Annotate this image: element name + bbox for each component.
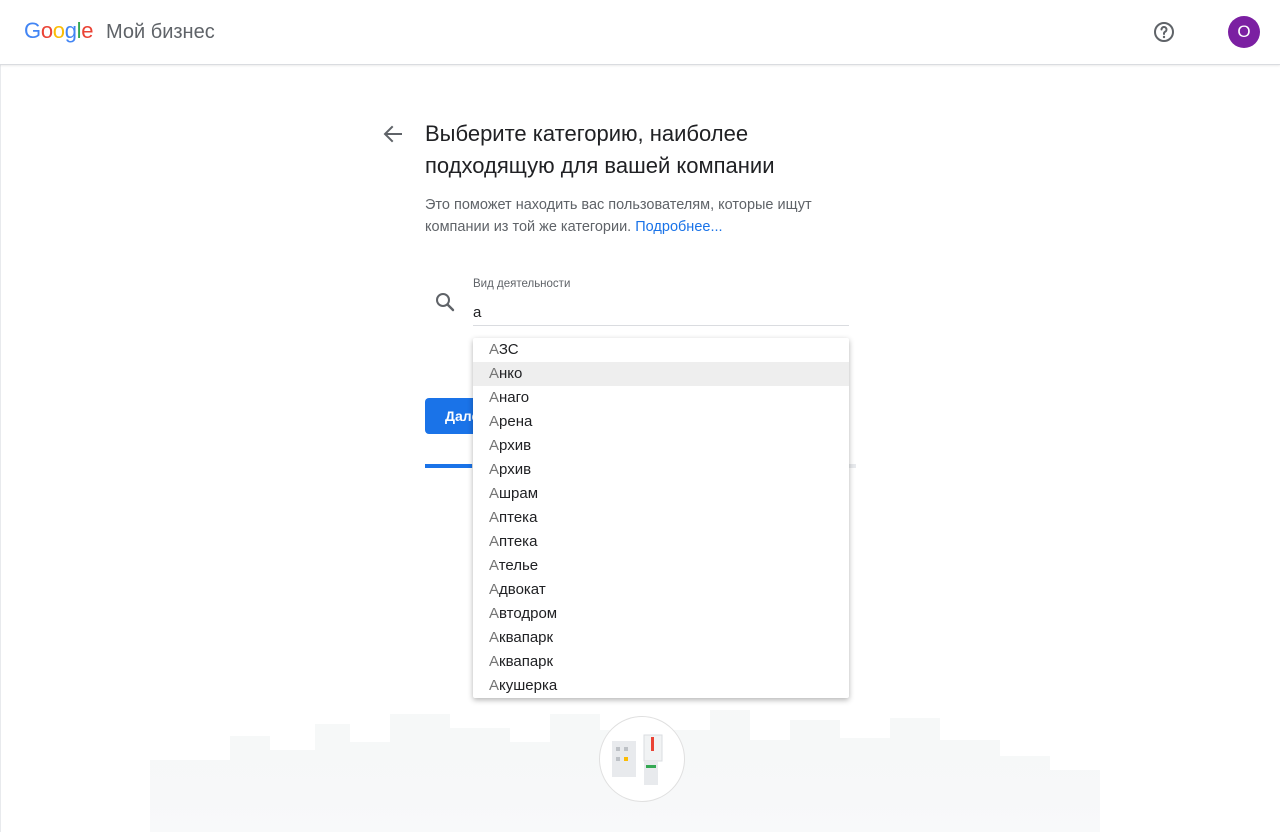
category-input[interactable] xyxy=(473,300,849,324)
suggestion-rest: квапарк xyxy=(499,653,554,670)
suggestion-match: А xyxy=(489,533,500,550)
suggestion-match: А xyxy=(489,389,500,406)
suggestion-rest: двокат xyxy=(499,581,546,598)
suggestion-match: А xyxy=(489,677,500,694)
suggestion-rest: квапарк xyxy=(499,629,554,646)
suggestion-item[interactable]: Анаго xyxy=(473,386,849,410)
business-illustration-badge xyxy=(599,716,685,802)
google-logo[interactable]: Google xyxy=(24,18,93,44)
logo-letter: g xyxy=(64,18,77,43)
input-underline xyxy=(473,325,849,326)
suggestion-match: А xyxy=(489,485,500,502)
suggestion-item[interactable]: Архив xyxy=(473,434,849,458)
suggestion-item[interactable]: Анко xyxy=(473,362,849,386)
suggestion-rest: рхив xyxy=(499,461,532,478)
suggestion-rest: кушерка xyxy=(499,677,558,694)
suggestion-rest: птека xyxy=(499,509,538,526)
suggestion-item[interactable]: Аптека xyxy=(473,530,849,554)
suggestion-rest: рена xyxy=(499,413,533,430)
subtitle-text: Это поможет находить вас пользователям, … xyxy=(425,197,812,235)
suggestion-match: А xyxy=(489,413,500,430)
page-border xyxy=(0,65,1,832)
logo-letter: G xyxy=(24,18,41,43)
arrow-back-icon xyxy=(383,125,402,143)
search-icon xyxy=(433,290,457,314)
account-avatar[interactable]: O xyxy=(1228,16,1260,48)
suggestion-match: А xyxy=(489,557,499,574)
category-suggestions-dropdown: АЗС Анко Анаго Арена Архив Архив Ашрам Аптека Ап… xyxy=(473,338,849,698)
suggestion-match: А xyxy=(489,581,500,598)
suggestion-item[interactable]: Акушерка xyxy=(473,674,849,698)
help-button[interactable] xyxy=(1152,20,1176,44)
category-field-label: Вид деятельности xyxy=(473,278,571,290)
suggestion-match: А xyxy=(489,509,500,526)
suggestion-match: А xyxy=(489,341,499,358)
suggestion-match: А xyxy=(489,365,500,382)
logo-letter: o xyxy=(40,18,53,43)
suggestion-rest: птека xyxy=(499,533,538,550)
logo-letter: e xyxy=(81,18,94,43)
suggestion-rest: ЗС xyxy=(498,341,519,358)
suggestion-item[interactable]: Ашрам xyxy=(473,482,849,506)
suggestion-match: А xyxy=(489,461,500,478)
back-button[interactable] xyxy=(381,122,405,146)
suggestion-rest: втодром xyxy=(499,605,558,622)
suggestion-item[interactable]: Аквапарк xyxy=(473,650,849,674)
suggestion-item[interactable]: Аквапарк xyxy=(473,626,849,650)
suggestion-item[interactable]: Арена xyxy=(473,410,849,434)
suggestion-rest: рхив xyxy=(499,437,532,454)
shop-building-icon xyxy=(612,734,663,785)
suggestion-rest: нко xyxy=(499,365,523,382)
logo-letter: o xyxy=(52,18,65,43)
progress-bar-fill xyxy=(425,464,473,468)
suggestion-rest: наго xyxy=(499,389,530,406)
suggestion-item[interactable]: Адвокат xyxy=(473,578,849,602)
suggestion-item[interactable]: Ателье xyxy=(473,554,849,578)
suggestion-item[interactable]: Аптека xyxy=(473,506,849,530)
learn-more-link[interactable]: Подробнее... xyxy=(635,219,722,235)
suggestion-item[interactable]: Автодром xyxy=(473,602,849,626)
page-title: Выберите категорию, наиболее подходящую … xyxy=(425,121,775,178)
suggestion-match: А xyxy=(489,437,500,454)
app-header: Google Мой бизнес O xyxy=(0,0,1280,65)
help-circle-icon xyxy=(1154,22,1174,42)
suggestion-item[interactable]: Архив xyxy=(473,458,849,482)
suggestion-rest: телье xyxy=(498,557,539,574)
suggestion-rest: шрам xyxy=(499,485,539,502)
suggestion-match: А xyxy=(489,629,500,646)
suggestion-item[interactable]: АЗС xyxy=(473,338,849,362)
product-name: Мой бизнес xyxy=(106,21,215,43)
suggestion-match: А xyxy=(489,653,500,670)
page-subtitle: Это поможет находить вас пользователям, … xyxy=(425,194,845,238)
suggestion-match: А xyxy=(489,605,500,622)
